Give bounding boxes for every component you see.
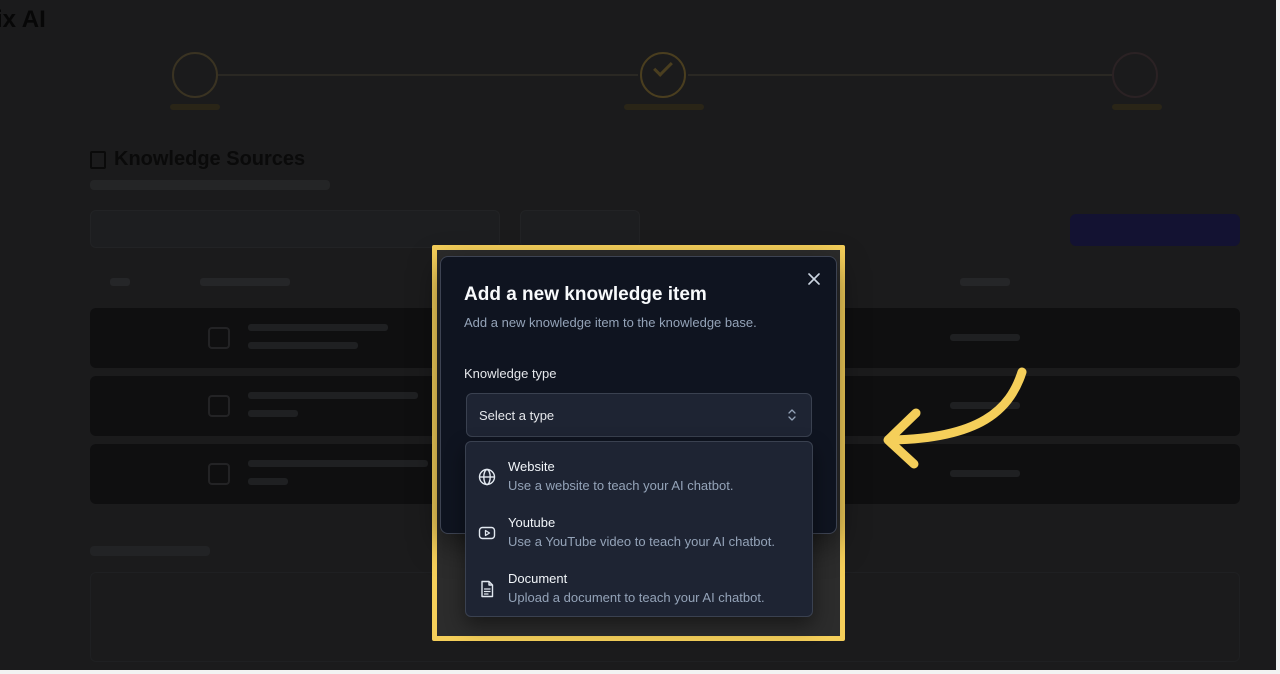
stepper-line	[688, 74, 1112, 76]
screenshot-edge	[0, 670, 1280, 674]
globe-icon	[478, 468, 496, 486]
search-input[interactable]	[90, 210, 500, 248]
book-icon	[90, 150, 106, 169]
dialog-description: Add a new knowledge item to the knowledg…	[464, 315, 757, 330]
option-description: Use a website to teach your AI chatbot.	[508, 478, 734, 493]
stepper-line	[218, 74, 638, 76]
screenshot-edge	[1276, 0, 1280, 674]
close-icon	[808, 273, 820, 285]
option-youtube[interactable]: Youtube Use a YouTube video to teach you…	[466, 502, 812, 558]
section-heading: Knowledge Sources	[90, 148, 305, 171]
option-website[interactable]: Website Use a website to teach your AI c…	[466, 446, 812, 502]
knowledge-type-label: Knowledge type	[464, 366, 557, 381]
stepper-step-1	[172, 52, 218, 98]
section-subheading	[90, 180, 330, 190]
option-description: Use a YouTube video to teach your AI cha…	[508, 534, 775, 549]
check-icon	[653, 57, 673, 77]
close-button[interactable]	[806, 271, 822, 287]
select-placeholder: Select a type	[479, 407, 555, 423]
file-icon	[208, 327, 230, 349]
knowledge-type-select[interactable]: Select a type	[466, 393, 812, 437]
stepper-step-2	[640, 52, 686, 98]
add-knowledge-button[interactable]	[1070, 214, 1240, 246]
document-icon	[478, 580, 496, 598]
secondary-section-title	[90, 546, 210, 556]
option-title: Youtube	[508, 515, 556, 530]
option-description: Upload a document to teach your AI chatb…	[508, 590, 765, 605]
chevron-up-down-icon	[788, 409, 796, 421]
annotation-arrow-icon	[883, 367, 1027, 469]
filter-select[interactable]	[520, 210, 640, 248]
option-title: Website	[508, 459, 555, 474]
option-document[interactable]: Document Upload a document to teach your…	[466, 558, 812, 614]
stepper-step-3	[1112, 52, 1158, 98]
file-icon	[208, 395, 230, 417]
brand-logo: ix AI	[0, 6, 46, 33]
youtube-icon	[478, 524, 496, 542]
section-heading-text: Knowledge Sources	[114, 148, 306, 170]
option-title: Document	[508, 571, 568, 586]
file-icon	[208, 463, 230, 485]
dialog-title: Add a new knowledge item	[464, 284, 707, 305]
knowledge-type-dropdown: Website Use a website to teach your AI c…	[465, 441, 813, 617]
